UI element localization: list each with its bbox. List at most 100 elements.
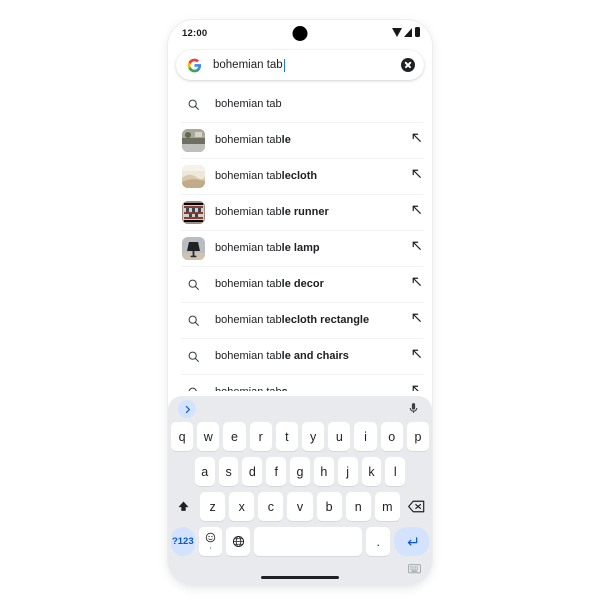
virtual-keyboard: qwertyuiop asdfghjkl zxcvbnm ?123,.	[168, 396, 432, 586]
keyboard-row-4: ?123,.	[171, 527, 429, 556]
keyboard-footer	[168, 562, 432, 586]
suggestion-text: bohemian table runner	[215, 206, 329, 218]
insert-query-arrow-icon[interactable]	[410, 167, 423, 180]
camera-cutout-icon	[292, 26, 308, 41]
keyboard-row-1: qwertyuiop	[170, 422, 430, 451]
suggestion-text: bohemian table lamp	[215, 242, 320, 254]
suggestion-row[interactable]: bohemian table runner	[168, 194, 432, 230]
insert-query-button[interactable]	[410, 275, 423, 293]
key-d[interactable]: d	[242, 457, 263, 486]
row2-spacer-left	[171, 457, 191, 486]
clear-icon[interactable]	[401, 58, 415, 72]
suggestion-list: bohemian tab bohemian table bohemian table…	[168, 86, 432, 391]
suggestion-row[interactable]: bohemian table and chairs	[168, 338, 432, 374]
search-input[interactable]: bohemian tab	[213, 58, 401, 72]
battery-icon	[414, 27, 420, 37]
key-m[interactable]: m	[374, 492, 400, 521]
key-f[interactable]: f	[266, 457, 287, 486]
key-p[interactable]: p	[406, 422, 430, 451]
key-w[interactable]: w	[197, 422, 220, 451]
suggestion-text: bohemian table decor	[215, 278, 324, 290]
search-icon-wrapper	[181, 314, 205, 327]
row2-spacer-right	[409, 457, 429, 486]
insert-query-arrow-icon[interactable]	[410, 275, 423, 288]
key-y[interactable]: y	[302, 422, 325, 451]
suggestion-row[interactable]: bohemian tablecloth	[168, 158, 432, 194]
backspace-icon[interactable]	[404, 492, 429, 521]
insert-query-arrow-icon[interactable]	[410, 311, 423, 324]
table-lamp-photo-thumbnail	[181, 236, 205, 260]
shift-icon[interactable]	[171, 492, 196, 521]
insert-query-button[interactable]	[410, 383, 423, 391]
key-u[interactable]: u	[328, 422, 351, 451]
keyboard-row-2: asdfghjkl	[171, 457, 429, 486]
insert-query-arrow-icon[interactable]	[410, 347, 423, 360]
insert-query-button[interactable]	[410, 131, 423, 149]
key-l[interactable]: l	[385, 457, 406, 486]
suggestion-row[interactable]: bohemian table lamp	[168, 230, 432, 266]
insert-query-arrow-icon[interactable]	[410, 239, 423, 252]
key-a[interactable]: a	[194, 457, 215, 486]
search-icon-wrapper	[181, 386, 205, 391]
globe-icon[interactable]	[226, 527, 250, 556]
key-x[interactable]: x	[229, 492, 255, 521]
microphone-icon[interactable]	[407, 401, 420, 416]
key-b[interactable]: b	[316, 492, 342, 521]
key-h[interactable]: h	[313, 457, 334, 486]
key-z[interactable]: z	[200, 492, 226, 521]
gesture-home-bar[interactable]	[261, 576, 339, 579]
suggestion-row[interactable]: bohemian tablecloth rectangle	[168, 302, 432, 338]
key-j[interactable]: j	[337, 457, 358, 486]
key-r[interactable]: r	[249, 422, 272, 451]
key-period[interactable]: .	[366, 527, 391, 556]
insert-query-button[interactable]	[410, 311, 423, 329]
key-g[interactable]: g	[290, 457, 310, 486]
insert-query-arrow-icon[interactable]	[410, 203, 423, 216]
suggestion-text: bohemian tabs	[215, 386, 410, 391]
search-bar[interactable]: bohemian tab	[176, 50, 424, 80]
search-icon-wrapper	[181, 278, 205, 291]
key-n[interactable]: n	[345, 492, 371, 521]
suggestion-row[interactable]: bohemian table decor	[168, 266, 432, 302]
insert-query-button[interactable]	[410, 203, 423, 221]
key-s[interactable]: s	[218, 457, 239, 486]
key-symbols[interactable]: ?123	[171, 527, 195, 556]
table-photo-thumbnail	[181, 128, 205, 152]
key-e[interactable]: e	[223, 422, 246, 451]
key-o[interactable]: o	[380, 422, 403, 451]
suggestion-row[interactable]: bohemian tabs	[168, 374, 432, 391]
search-icon	[188, 315, 199, 326]
key-v[interactable]: v	[287, 492, 313, 521]
key-k[interactable]: k	[361, 457, 382, 486]
suggestion-thumbnail	[181, 128, 205, 152]
insert-query-arrow-icon[interactable]	[410, 383, 423, 391]
insert-query-button[interactable]	[410, 239, 423, 257]
search-icon-wrapper	[181, 350, 205, 363]
insert-query-button[interactable]	[410, 167, 423, 185]
table-runner-photo-thumbnail	[181, 200, 205, 224]
suggestion-text: bohemian tab	[215, 98, 282, 110]
enter-icon[interactable]	[394, 527, 429, 556]
search-icon	[188, 279, 199, 290]
phone-frame: 12:00 bohemian tab bohemian tab bohemian…	[168, 20, 432, 586]
key-i[interactable]: i	[354, 422, 377, 451]
key-space[interactable]	[253, 527, 363, 556]
key-t[interactable]: t	[275, 422, 298, 451]
suggestion-row[interactable]: bohemian tab	[168, 86, 432, 122]
key-q[interactable]: q	[170, 422, 194, 451]
keyboard-rows: qwertyuiop asdfghjkl zxcvbnm ?123,.	[168, 422, 432, 556]
emoji-icon[interactable]: ,	[198, 527, 223, 556]
suggestion-thumbnail	[181, 236, 205, 260]
chevron-right-icon[interactable]	[178, 400, 196, 418]
insert-query-arrow-icon[interactable]	[410, 131, 423, 144]
keyboard-toggle-icon[interactable]	[408, 563, 421, 574]
search-icon	[188, 99, 199, 110]
tablecloth-photo-thumbnail	[181, 164, 205, 188]
suggestion-text: bohemian table	[215, 134, 291, 146]
insert-query-button[interactable]	[410, 347, 423, 365]
suggestion-row[interactable]: bohemian table	[168, 122, 432, 158]
suggestion-text: bohemian table and chairs	[215, 350, 349, 362]
key-c[interactable]: c	[258, 492, 284, 521]
screenshot-canvas: 12:00 bohemian tab bohemian tab bohemian…	[0, 0, 600, 600]
status-icon-group	[391, 27, 420, 37]
